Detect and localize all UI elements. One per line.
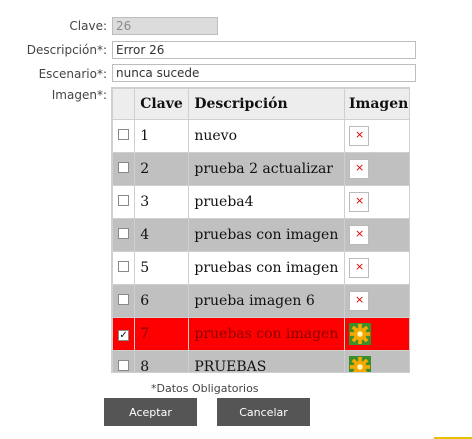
required-note: *Datos Obligatorios	[151, 382, 259, 395]
row-descripcion: pruebas con imagen	[188, 317, 345, 351]
table-row[interactable]: 5 pruebas con imagen	[112, 251, 409, 285]
row-select-cell: ✓	[112, 317, 136, 351]
broken-image-icon	[348, 291, 369, 311]
row-clave: 6	[134, 284, 190, 318]
descripcion-field[interactable]: Error 26	[112, 41, 416, 59]
gear-icon	[348, 356, 371, 372]
row-select-cell	[112, 152, 136, 186]
row-imagen	[343, 218, 409, 252]
row-select-cell	[112, 119, 136, 153]
row-clave: 4	[134, 218, 190, 252]
gear-icon	[348, 323, 371, 345]
clave-field[interactable]: 26	[112, 17, 218, 35]
row-clave: 5	[134, 251, 190, 285]
row-descripcion: nuevo	[188, 119, 345, 153]
row-imagen	[343, 185, 409, 219]
row-checkbox[interactable]	[118, 228, 130, 239]
broken-image-icon	[348, 159, 369, 179]
imagen-label: Imagen*:	[51, 88, 107, 102]
table-row[interactable]: ✓ 7 pruebas con imagen	[112, 317, 409, 351]
row-descripcion: pruebas con imagen	[188, 218, 345, 252]
broken-image-icon	[348, 192, 369, 212]
descripcion-label: Descripción*:	[26, 43, 107, 57]
row-imagen	[343, 317, 409, 351]
broken-image-icon	[348, 258, 369, 278]
row-select-cell	[112, 284, 136, 318]
row-clave: 2	[134, 152, 190, 186]
broken-image-icon	[348, 225, 369, 245]
table-row[interactable]: 4 pruebas con imagen	[112, 218, 409, 252]
row-imagen	[343, 350, 409, 372]
row-descripcion: prueba4	[188, 185, 345, 219]
row-checkbox[interactable]	[118, 360, 130, 371]
row-imagen	[343, 251, 409, 285]
header-imagen: Imagen	[343, 88, 409, 120]
row-clave: 8	[134, 350, 190, 372]
row-checkbox[interactable]	[118, 261, 130, 272]
row-imagen	[343, 284, 409, 318]
header-clave: Clave	[134, 88, 190, 120]
header-descripcion: Descripción	[188, 88, 345, 120]
escenario-label: Escenario*:	[38, 67, 107, 81]
row-descripcion: pruebas con imagen	[188, 251, 345, 285]
row-select-cell	[112, 218, 136, 252]
row-select-cell	[112, 251, 136, 285]
header-select	[112, 88, 136, 120]
table-row[interactable]: 2 prueba 2 actualizar	[112, 152, 409, 186]
row-imagen	[343, 119, 409, 153]
table-row[interactable]: 6 prueba imagen 6	[112, 284, 409, 318]
row-clave: 3	[134, 185, 190, 219]
row-imagen	[343, 152, 409, 186]
table-row[interactable]: 3 prueba4	[112, 185, 409, 219]
image-grid[interactable]: Clave Descripción Imagen 1nuevo2prueba 2…	[111, 87, 410, 373]
row-descripcion: prueba 2 actualizar	[188, 152, 345, 186]
escenario-field[interactable]: nunca sucede	[112, 64, 416, 82]
row-clave: 7	[134, 317, 190, 351]
cancel-button[interactable]: Cancelar	[217, 398, 310, 426]
table-row[interactable]: 8 PRUEBAS	[112, 350, 409, 372]
row-checkbox[interactable]: ✓	[118, 330, 130, 341]
row-checkbox[interactable]	[118, 162, 130, 173]
broken-image-icon	[348, 126, 369, 146]
row-checkbox[interactable]	[118, 129, 130, 140]
table-header-row: Clave Descripción Imagen	[112, 88, 409, 120]
row-select-cell	[112, 350, 136, 372]
row-descripcion: PRUEBAS	[188, 350, 345, 372]
row-checkbox[interactable]	[118, 195, 130, 206]
image-table: Clave Descripción Imagen 1nuevo2prueba 2…	[112, 88, 409, 372]
row-descripcion: prueba imagen 6	[188, 284, 345, 318]
table-row[interactable]: 1 nuevo	[112, 119, 409, 153]
row-select-cell	[112, 185, 136, 219]
accept-button[interactable]: Aceptar	[104, 398, 197, 426]
row-clave: 1	[134, 119, 190, 153]
clave-label: Clave:	[69, 19, 107, 33]
row-checkbox[interactable]	[118, 294, 130, 305]
